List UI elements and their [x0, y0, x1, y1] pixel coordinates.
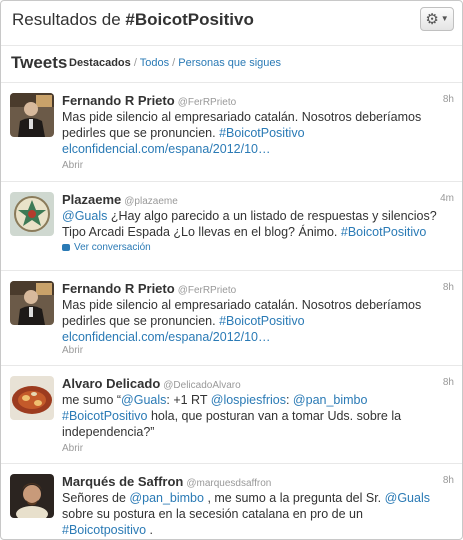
tweet-text: Señores de @pan_bimbo , me sumo a la pre…: [62, 490, 454, 538]
caret-down-icon: ▼: [440, 14, 449, 23]
hashtag-link[interactable]: #BoicotPositivo: [219, 314, 304, 328]
tab-separator: /: [169, 57, 179, 69]
tweet-line: me sumo “@Guals: +1 RT @lospiesfrios: @p…: [62, 392, 454, 408]
tweet-line: Tipo Arcadi Espada ¿Lo llevas en el blog…: [62, 224, 454, 240]
author-handle[interactable]: @marquesdsaffron: [186, 478, 271, 489]
author-name[interactable]: Fernando R Prieto: [62, 281, 175, 296]
view-conversation-link[interactable]: Ver conversación: [62, 242, 151, 253]
text-segment: , me sumo a la pregunta del Sr.: [203, 491, 385, 505]
tweet-item[interactable]: Fernando R Prieto @FerRPrieto 8h Mas pide…: [1, 271, 462, 366]
settings-button[interactable]: ⚙ ▼: [420, 7, 454, 31]
avatar[interactable]: [10, 376, 54, 420]
text-segment: Tipo Arcadi Espada ¿Lo llevas en el blog…: [62, 225, 341, 239]
tab-personas-que-sigues[interactable]: Personas que sigues: [178, 57, 281, 69]
author-name[interactable]: Marqués de Saffron: [62, 474, 183, 489]
search-results-widget: Resultados de #BoicotPositivo ⚙ ▼ Tweets…: [0, 0, 463, 540]
url-link[interactable]: elconfidencial.com/espana/2012/10…: [62, 329, 454, 345]
hashtag-link[interactable]: #Boicotpositivo: [62, 523, 146, 537]
tweet-header: Fernando R Prieto @FerRPrieto 8h: [62, 92, 454, 108]
avatar[interactable]: [10, 93, 54, 137]
author-handle[interactable]: @FerRPrieto: [178, 97, 237, 108]
text-segment: pedirles que se pronuncien.: [62, 314, 220, 328]
tweet-text: @Guals ¿Hay algo parecido a un listado d…: [62, 208, 454, 240]
tweet-text: Mas pide silencio al empresariado catalá…: [62, 109, 454, 157]
text-segment: .: [146, 523, 154, 537]
tweet-line: independencia?”: [62, 425, 155, 439]
mention-link[interactable]: @pan_bimbo: [129, 491, 204, 505]
author-handle[interactable]: @FerRPrieto: [178, 285, 237, 296]
author-name[interactable]: Fernando R Prieto: [62, 93, 175, 108]
tweet-header: Fernando R Prieto @FerRPrieto 8h: [62, 280, 454, 296]
timestamp[interactable]: 4m: [440, 193, 454, 204]
open-link[interactable]: Abrir: [62, 160, 83, 171]
timestamp[interactable]: 8h: [443, 94, 454, 105]
mention-link[interactable]: @Guals: [385, 491, 430, 505]
speech-bubble-icon: [62, 244, 70, 251]
tweet-header: Marqués de Saffron @marquesdsaffron 8h: [62, 473, 454, 489]
avatar[interactable]: [10, 474, 54, 518]
tweet-line: #BoicotPositivo hola, que posturan van a…: [62, 408, 454, 424]
gear-icon: ⚙: [425, 10, 439, 28]
tweet-line: @Guals ¿Hay algo parecido a un listado d…: [62, 208, 454, 224]
tweet-line: sobre su postura en la secesión catalana…: [62, 507, 363, 521]
tweet-item[interactable]: Fernando R Prieto @FerRPrieto 8h Mas pide…: [1, 83, 462, 182]
title-prefix: Resultados de: [12, 10, 126, 29]
tweet-item[interactable]: Plazaeme @plazaeme 4m @Guals ¿Hay algo pa…: [1, 182, 462, 271]
author-handle[interactable]: @plazaeme: [124, 196, 178, 207]
avatar[interactable]: [10, 281, 54, 325]
text-segment: Señores de: [62, 491, 130, 505]
tweets-filter-bar: Tweets Destacados / Todos / Personas que…: [1, 46, 462, 83]
text-segment: me sumo “: [62, 393, 122, 407]
text-segment: :: [285, 393, 293, 407]
filter-tabs: Destacados / Todos / Personas que sigues: [69, 57, 281, 69]
open-link[interactable]: Abrir: [62, 345, 83, 356]
view-conversation-label: Ver conversación: [74, 242, 151, 253]
hashtag-link[interactable]: #BoicotPositivo: [341, 225, 426, 239]
tweet-line: Mas pide silencio al empresariado catalá…: [62, 298, 422, 312]
mention-link[interactable]: @Guals: [121, 393, 166, 407]
mention-link[interactable]: @pan_bimbo: [293, 393, 368, 407]
author-name[interactable]: Alvaro Delicado: [62, 376, 160, 391]
text-segment: ¿Hay algo parecido a un listado de respu…: [107, 209, 437, 223]
url-link[interactable]: elconfidencial.com/espana/2012/10…: [62, 141, 454, 157]
avatar[interactable]: [10, 192, 54, 236]
text-segment: : +1 RT: [166, 393, 211, 407]
tweet-item[interactable]: Alvaro Delicado @DelicadoAlvaro 8h me sum…: [1, 366, 462, 464]
timestamp[interactable]: 8h: [443, 475, 454, 486]
timestamp[interactable]: 8h: [443, 377, 454, 388]
title-query: #BoicotPositivo: [125, 10, 254, 29]
header: Resultados de #BoicotPositivo ⚙ ▼: [1, 1, 462, 46]
hashtag-link[interactable]: #BoicotPositivo: [62, 409, 147, 423]
tweet-line: #Boicotpositivo .: [62, 522, 454, 538]
hashtag-link[interactable]: #BoicotPositivo: [219, 126, 304, 140]
tweet-line: pedirles que se pronuncien. #BoicotPosit…: [62, 125, 454, 141]
tab-todos[interactable]: Todos: [140, 57, 169, 69]
tab-destacados[interactable]: Destacados: [69, 57, 131, 69]
text-segment: pedirles que se pronuncien.: [62, 126, 220, 140]
tweet-text: Mas pide silencio al empresariado catalá…: [62, 297, 454, 345]
mention-link[interactable]: @Guals: [62, 209, 107, 223]
tweet-header: Alvaro Delicado @DelicadoAlvaro 8h: [62, 375, 454, 391]
open-link[interactable]: Abrir: [62, 443, 83, 454]
tab-separator: /: [130, 57, 140, 69]
tweet-text: me sumo “@Guals: +1 RT @lospiesfrios: @p…: [62, 392, 454, 440]
tweet-header: Plazaeme @plazaeme 4m: [62, 191, 454, 207]
tweet-line: Mas pide silencio al empresariado catalá…: [62, 110, 422, 124]
page-title: Resultados de #BoicotPositivo: [12, 10, 254, 30]
timestamp[interactable]: 8h: [443, 282, 454, 293]
tweet-line: pedirles que se pronuncien. #BoicotPosit…: [62, 313, 454, 329]
text-segment: hola, que posturan van a tomar Uds. sobr…: [147, 409, 402, 423]
author-handle[interactable]: @DelicadoAlvaro: [163, 380, 240, 391]
mention-link[interactable]: @lospiesfrios: [211, 393, 286, 407]
tweet-line: Señores de @pan_bimbo , me sumo a la pre…: [62, 490, 454, 506]
author-name[interactable]: Plazaeme: [62, 192, 121, 207]
tweet-item[interactable]: Marqués de Saffron @marquesdsaffron 8h Se…: [1, 464, 462, 539]
section-heading: Tweets: [11, 53, 68, 72]
